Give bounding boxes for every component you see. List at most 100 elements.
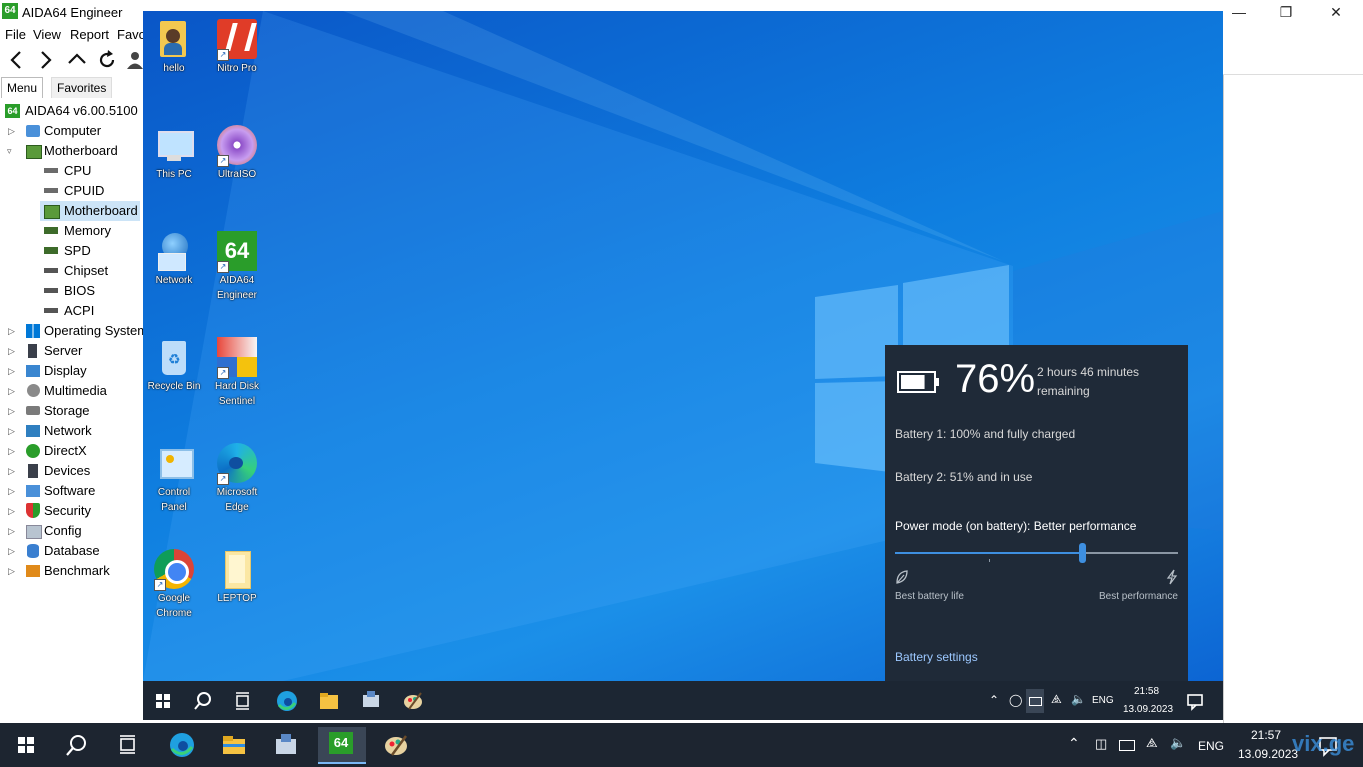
refresh-icon[interactable]: [96, 48, 118, 72]
tray-volume-icon[interactable]: 🔈: [1071, 692, 1086, 706]
edge-icon[interactable]: [273, 687, 301, 715]
tree-item-display[interactable]: ▷ Display: [4, 361, 142, 381]
desktop-icon-nitro-pro[interactable]: ↗ Nitro Pro: [207, 17, 267, 76]
desktop-icon-google-chrome[interactable]: ↗ Google Chrome: [144, 547, 204, 621]
chevron-right-icon[interactable]: ▷: [8, 481, 18, 501]
desktop-icon-control-panel[interactable]: Control Panel: [144, 441, 204, 515]
shortcut-arrow-icon: ↗: [154, 579, 166, 591]
paint-icon[interactable]: [399, 687, 427, 715]
tree-item-storage[interactable]: ▷ Storage: [4, 401, 142, 421]
desktop-icon-ultraiso[interactable]: ↗ UltraISO: [207, 123, 267, 182]
tree-item-config[interactable]: ▷ Config: [4, 521, 142, 541]
tree-item-bios[interactable]: BIOS: [40, 281, 140, 301]
desktop-icon-network[interactable]: Network: [144, 229, 204, 288]
desktop-icon-aida64-engineer[interactable]: 64 ↗ AIDA64 Engineer: [207, 229, 267, 303]
file-explorer-icon[interactable]: [315, 687, 343, 715]
chevron-right-icon[interactable]: ▷: [8, 461, 18, 481]
chevron-right-icon[interactable]: ▷: [8, 381, 18, 401]
tree-item-software[interactable]: ▷ Software: [4, 481, 142, 501]
tree-item-security[interactable]: ▷ Security: [4, 501, 142, 521]
tray-date[interactable]: 13.09.2023: [1238, 747, 1298, 761]
tray-device-icon[interactable]: ◯: [1009, 693, 1022, 707]
desktop-icon-microsoft-edge[interactable]: ↗ Microsoft Edge: [207, 441, 267, 515]
tray-language[interactable]: ENG: [1198, 739, 1224, 753]
search-icon[interactable]: [189, 687, 217, 715]
chevron-right-icon[interactable]: ▷: [8, 121, 18, 141]
tree-item-motherboard-sub[interactable]: Motherboard: [40, 201, 140, 221]
notifications-icon[interactable]: [1181, 687, 1209, 715]
file-explorer-icon[interactable]: [218, 730, 250, 760]
chevron-right-icon[interactable]: ▷: [8, 521, 18, 541]
power-mode-slider-thumb[interactable]: [1078, 543, 1086, 563]
tab-menu[interactable]: Menu: [1, 77, 44, 98]
menu-favorites[interactable]: Favo: [117, 27, 146, 42]
chevron-right-icon[interactable]: ▷: [8, 421, 18, 441]
remote-app-icon[interactable]: [357, 687, 385, 715]
tab-favorites[interactable]: Favorites: [51, 77, 113, 98]
chevron-right-icon[interactable]: ▷: [8, 361, 18, 381]
task-view-icon[interactable]: [112, 730, 144, 760]
back-icon[interactable]: [6, 48, 28, 72]
aida64-taskbar-button[interactable]: 64: [318, 727, 366, 764]
chevron-right-icon[interactable]: ▷: [8, 441, 18, 461]
paint-icon[interactable]: [380, 730, 412, 760]
close-button[interactable]: ✕: [1313, 0, 1359, 24]
tree-item-memory[interactable]: Memory: [40, 221, 140, 241]
tray-wifi-icon[interactable]: ⧌: [1146, 735, 1158, 751]
tray-time[interactable]: 21:57: [1251, 728, 1281, 742]
tree-item-cpuid[interactable]: CPUID: [40, 181, 140, 201]
tree-item-operating-system[interactable]: ▷ Operating System: [4, 321, 143, 341]
tree-item-server[interactable]: ▷ Server: [4, 341, 142, 361]
tree-root[interactable]: 64 AIDA64 v6.00.5100: [4, 101, 142, 121]
desktop-icon-recycle-bin[interactable]: ♻ Recycle Bin: [144, 335, 204, 394]
tree-item-devices[interactable]: ▷ Devices: [4, 461, 142, 481]
start-icon[interactable]: [149, 687, 177, 715]
chevron-right-icon[interactable]: ▷: [8, 541, 18, 561]
tray-time[interactable]: 21:58: [1134, 686, 1159, 697]
tray-language[interactable]: ENG: [1092, 695, 1114, 706]
chevron-down-icon[interactable]: ▿: [7, 141, 17, 161]
tray-chevron-up-icon[interactable]: ⌃: [989, 693, 999, 707]
desktop-icon-hard-disk-sentinel[interactable]: ↗ Hard Disk Sentinel: [207, 335, 267, 409]
tray-battery-icon[interactable]: [1119, 740, 1135, 751]
chevron-right-icon[interactable]: ▷: [8, 561, 18, 581]
tree-item-multimedia[interactable]: ▷ Multimedia: [4, 381, 142, 401]
chevron-right-icon[interactable]: ▷: [8, 501, 18, 521]
restore-button[interactable]: ❐: [1263, 0, 1309, 24]
tree-item-spd[interactable]: SPD: [40, 241, 140, 261]
up-icon[interactable]: [66, 48, 88, 72]
tray-device-icon[interactable]: ◫: [1095, 736, 1107, 752]
menu-view[interactable]: View: [33, 27, 61, 42]
search-icon[interactable]: [60, 730, 92, 760]
toolbar: [0, 46, 143, 74]
battery-settings-link[interactable]: Battery settings: [895, 650, 978, 664]
tray-wifi-icon[interactable]: ⧌: [1051, 692, 1062, 707]
chevron-right-icon[interactable]: ▷: [8, 321, 18, 341]
menu-report[interactable]: Report: [70, 27, 109, 42]
edge-icon[interactable]: [166, 730, 198, 760]
tree-item-chipset[interactable]: Chipset: [40, 261, 140, 281]
desktop-icon-this-pc[interactable]: This PC: [144, 123, 204, 182]
tree-item-directx[interactable]: ▷ DirectX: [4, 441, 142, 461]
desktop-icon-leptop[interactable]: LEPTOP: [207, 547, 267, 606]
tray-battery-button[interactable]: [1026, 689, 1044, 713]
tree-item-database[interactable]: ▷ Database: [4, 541, 142, 561]
tray-chevron-up-icon[interactable]: ⌃: [1068, 735, 1080, 752]
tray-volume-icon[interactable]: 🔈: [1170, 735, 1186, 751]
tree-item-acpi[interactable]: ACPI: [40, 301, 140, 321]
config-icon: [26, 525, 42, 539]
tree-item-benchmark[interactable]: ▷ Benchmark: [4, 561, 142, 581]
task-view-icon[interactable]: [229, 687, 257, 715]
desktop-icon-hello[interactable]: hello: [144, 17, 204, 76]
remote-app-icon[interactable]: [270, 730, 302, 760]
tree-item-cpu[interactable]: CPU: [40, 161, 140, 181]
chevron-right-icon[interactable]: ▷: [8, 341, 18, 361]
menu-file[interactable]: File: [5, 27, 26, 42]
start-icon[interactable]: [10, 730, 42, 760]
tree-item-motherboard[interactable]: ▿ Motherboard: [4, 141, 142, 161]
tree-item-network[interactable]: ▷ Network: [4, 421, 142, 441]
chevron-right-icon[interactable]: ▷: [8, 401, 18, 421]
tree-item-computer[interactable]: ▷ Computer: [4, 121, 142, 141]
tray-date[interactable]: 13.09.2023: [1123, 704, 1173, 715]
forward-icon[interactable]: [34, 48, 56, 72]
